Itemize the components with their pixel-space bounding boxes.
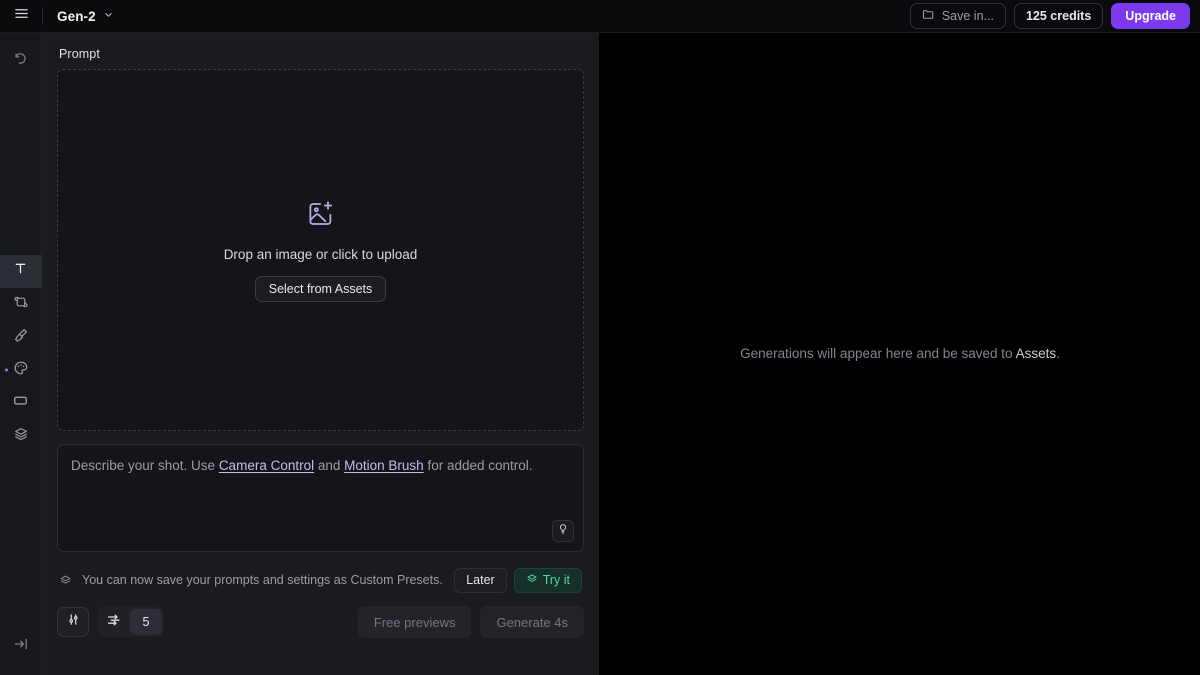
lightbulb-icon	[557, 522, 569, 540]
expand-panel-button[interactable]	[0, 630, 42, 663]
prompt-placeholder: Describe your shot. Use Camera Control a…	[71, 456, 570, 476]
empty-text-1: Generations will appear here and be save…	[740, 346, 1016, 362]
sidebar-item-tool-motion-brush[interactable]	[0, 321, 42, 354]
generate-actions: Free previews Generate 4s	[357, 606, 584, 638]
arrow-to-line-right-icon	[13, 636, 29, 657]
layers-icon	[13, 426, 29, 447]
empty-text-2: .	[1056, 346, 1060, 362]
color-palette-icon	[13, 360, 29, 381]
prompt-ideas-button[interactable]	[552, 520, 574, 542]
rail-bottom-group	[0, 630, 42, 675]
style-badge-dot	[4, 368, 8, 372]
save-in-label: Save in...	[941, 9, 994, 23]
image-rotate-icon	[13, 294, 29, 315]
sidebar-item-tool-image-to-video[interactable]	[0, 288, 42, 321]
top-bar: Gen-2 Save in... 125 credits Upgrade	[0, 0, 1200, 33]
chevron-down-icon	[103, 7, 114, 25]
layers-icon	[59, 574, 72, 587]
save-in-button[interactable]: Save in...	[909, 3, 1006, 29]
placeholder-text-1: Describe your shot. Use	[71, 458, 219, 473]
sliders-settings-icon	[66, 612, 81, 632]
image-dropzone[interactable]: Drop an image or click to upload Select …	[57, 69, 584, 431]
notice-later-button[interactable]: Later	[454, 567, 507, 593]
sidebar-item-tool-style[interactable]	[0, 354, 42, 387]
hamburger-menu-button[interactable]	[0, 0, 42, 32]
rectangle-icon	[12, 392, 29, 414]
model-selector[interactable]: Gen-2	[43, 4, 122, 28]
notice-try-it-button[interactable]: Try it	[513, 567, 582, 593]
upgrade-label: Upgrade	[1125, 9, 1176, 23]
prompt-input[interactable]: Describe your shot. Use Camera Control a…	[57, 444, 584, 552]
image-plus-icon	[306, 199, 336, 234]
generations-empty-state: Generations will appear here and be save…	[740, 345, 1060, 363]
notice-text: You can now save your prompts and settin…	[82, 573, 443, 587]
generate-button[interactable]: Generate 4s	[480, 606, 584, 638]
select-from-assets-button[interactable]: Select from Assets	[254, 275, 387, 302]
topbar-actions: Save in... 125 credits Upgrade	[909, 3, 1192, 29]
generation-toolbar: 5 Free previews Generate 4s	[57, 598, 584, 654]
motion-speed-button[interactable]	[100, 609, 128, 635]
text-T-icon	[13, 261, 28, 281]
history-undo-icon	[13, 51, 28, 71]
free-previews-button[interactable]: Free previews	[357, 606, 472, 638]
assets-link[interactable]: Assets	[1016, 346, 1057, 361]
model-name: Gen-2	[57, 8, 96, 24]
placeholder-text-3: for added control.	[423, 458, 533, 473]
sidebar-item-tool-presets[interactable]	[0, 420, 42, 453]
left-panel: Prompt Drop an image or click to upload …	[42, 33, 600, 675]
motion-brush-link[interactable]: Motion Brush	[344, 458, 424, 473]
hamburger-icon	[14, 6, 29, 26]
motion-speed-icon	[106, 612, 122, 633]
camera-control-link[interactable]: Camera Control	[219, 458, 314, 473]
upgrade-button[interactable]: Upgrade	[1111, 3, 1190, 29]
prompt-section-label: Prompt	[59, 47, 100, 61]
sidebar-item-tool-aspect-ratio[interactable]	[0, 387, 42, 420]
generation-settings-button[interactable]	[57, 607, 89, 637]
dropzone-instruction: Drop an image or click to upload	[223, 246, 418, 262]
body: Prompt Drop an image or click to upload …	[0, 33, 1200, 675]
try-it-label: Try it	[542, 573, 570, 587]
tool-rail	[0, 33, 42, 675]
sidebar-item-tool-text[interactable]	[0, 254, 42, 288]
paint-brush-icon	[13, 327, 29, 348]
layers-icon	[526, 573, 538, 588]
motion-amount-value[interactable]: 5	[130, 609, 162, 635]
history-button[interactable]	[0, 44, 42, 77]
app-root: Gen-2 Save in... 125 credits Upgrade Pro…	[0, 0, 1200, 675]
rail-tools-group	[0, 254, 42, 453]
placeholder-text-2: and	[314, 458, 345, 473]
folder-icon	[922, 8, 935, 24]
generations-panel: Generations will appear here and be save…	[600, 33, 1200, 675]
rail-top-group	[0, 33, 42, 77]
notice-actions: Later Try it	[454, 567, 582, 593]
motion-amount-control: 5	[98, 607, 164, 637]
custom-presets-notice: You can now save your prompts and settin…	[57, 562, 584, 598]
credits-label: 125 credits	[1025, 9, 1092, 23]
credits-button[interactable]: 125 credits	[1013, 3, 1104, 29]
